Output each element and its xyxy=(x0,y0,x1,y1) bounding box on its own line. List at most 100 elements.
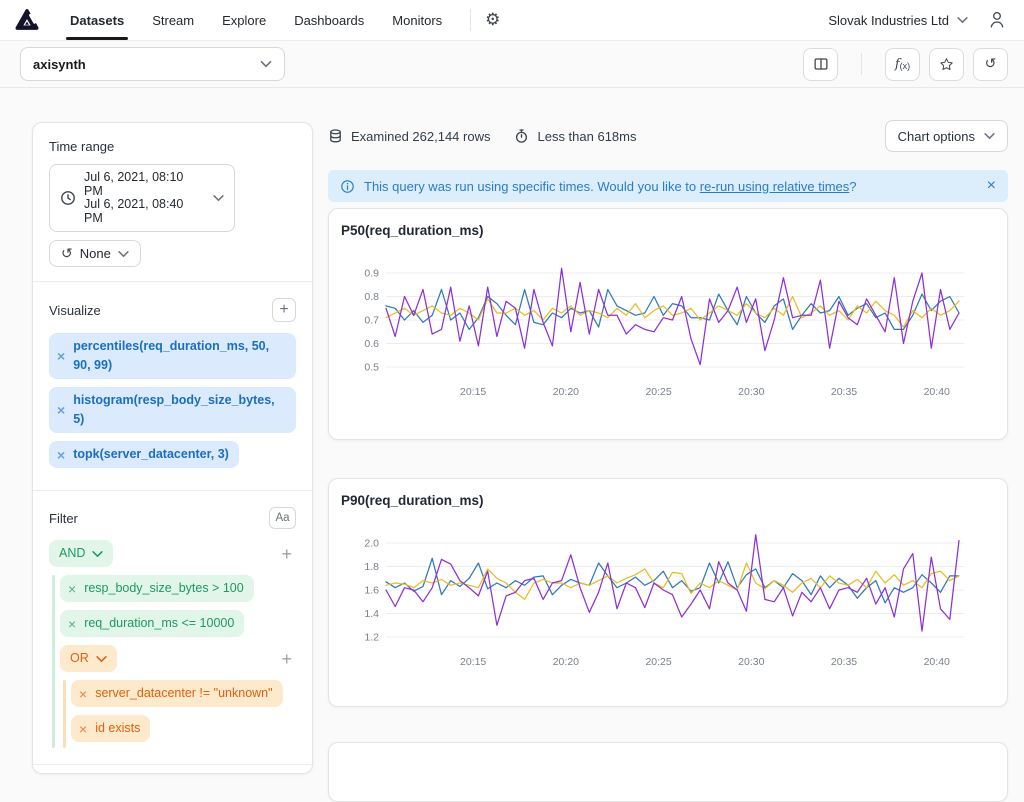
time-range-section: Time range Jul 6, 2021, 08:10 PM Jul 6, … xyxy=(33,123,312,281)
svg-text:0.9: 0.9 xyxy=(364,268,379,280)
svg-text:20:25: 20:25 xyxy=(645,386,671,398)
favorite-button[interactable] xyxy=(929,48,964,81)
dataset-toolbar: axisynth f(x) ↺ xyxy=(0,41,1024,88)
history-icon: ↺ xyxy=(985,57,997,71)
svg-text:0.5: 0.5 xyxy=(364,362,379,374)
user-avatar-button[interactable] xyxy=(986,9,1008,31)
chevron-down-icon xyxy=(260,60,272,68)
add-filter-icon[interactable]: + xyxy=(277,545,296,563)
info-icon xyxy=(340,179,355,194)
remove-visualization-icon[interactable]: × xyxy=(57,403,65,417)
svg-text:2.0: 2.0 xyxy=(364,538,379,550)
chart-options-button[interactable]: Chart options xyxy=(885,120,1008,152)
filter-condition-chip[interactable]: ×id exists xyxy=(71,715,150,742)
axiom-logo[interactable] xyxy=(14,7,40,33)
filter-group-and: ×resp_body_size_bytes > 100 ×req_duration… xyxy=(49,575,296,750)
remove-filter-icon[interactable]: × xyxy=(68,617,76,631)
filter-condition-chip[interactable]: ×req_duration_ms <= 10000 xyxy=(60,610,244,637)
clock-icon xyxy=(60,190,76,206)
or-conditions: ×server_datacenter != "unknown" ×id exist… xyxy=(60,680,296,750)
remove-visualization-icon[interactable]: × xyxy=(57,448,65,462)
settings-gear-icon[interactable]: ⚙ xyxy=(485,12,500,29)
svg-text:20:15: 20:15 xyxy=(460,386,486,398)
svg-text:20:25: 20:25 xyxy=(645,656,671,668)
visualize-chip[interactable]: ×percentiles(req_duration_ms, 50, 90, 99… xyxy=(49,333,296,379)
visualize-chip[interactable]: ×topk(server_datacenter, 3) xyxy=(49,441,239,468)
nav-item-monitors[interactable]: Monitors xyxy=(378,0,456,40)
time-range-label: Time range xyxy=(49,139,114,154)
chevron-down-icon xyxy=(984,132,995,140)
chevron-down-icon xyxy=(92,550,103,558)
and-conditions: ×resp_body_size_bytes > 100 ×req_duration… xyxy=(60,575,296,645)
visualize-chip[interactable]: ×histogram(resp_body_size_bytes, 5) xyxy=(49,387,296,433)
database-icon xyxy=(328,128,343,144)
filter-group-operator[interactable]: AND xyxy=(49,540,113,567)
rerun-relative-times-link[interactable]: re-run using relative times xyxy=(700,179,850,194)
time-range-selector[interactable]: Jul 6, 2021, 08:10 PM Jul 6, 2021, 08:40… xyxy=(49,164,235,232)
filter-subgroup-operator[interactable]: OR xyxy=(60,645,117,672)
query-stats-row: Examined 262,144 rows Less than 618ms Ch… xyxy=(328,120,1008,152)
functions-button[interactable]: f(x) xyxy=(885,48,920,81)
chevron-down-icon xyxy=(213,194,224,202)
query-builder-panel: Time range Jul 6, 2021, 08:10 PM Jul 6, … xyxy=(32,122,313,774)
history-icon: ↺ xyxy=(61,247,73,261)
chevron-down-icon xyxy=(118,250,129,258)
chevron-down-icon xyxy=(96,655,107,663)
chart-title: P90(req_duration_ms) xyxy=(329,479,1007,508)
toolbar-divider xyxy=(861,53,862,75)
chart-card-partial xyxy=(328,742,1008,802)
svg-text:20:15: 20:15 xyxy=(460,656,486,668)
primary-nav: DatasetsStreamExploreDashboardsMonitors xyxy=(56,0,456,40)
chart-title: P50(req_duration_ms) xyxy=(329,209,1007,238)
nav-divider xyxy=(470,9,471,31)
svg-text:20:40: 20:40 xyxy=(924,656,950,668)
dataset-select[interactable]: axisynth xyxy=(20,47,285,81)
banner-close-icon[interactable]: × xyxy=(987,178,996,194)
filter-condition-chip[interactable]: ×server_datacenter != "unknown" xyxy=(71,680,283,707)
visualization-chips: ×percentiles(req_duration_ms, 50, 90, 99… xyxy=(49,333,296,468)
add-subfilter-icon[interactable]: + xyxy=(277,650,296,668)
line-chart[interactable]: 0.90.80.70.60.520:1520:2020:2520:3020:35… xyxy=(329,240,1007,402)
compare-against-selector[interactable]: ↺ None xyxy=(49,240,141,267)
chevron-down-icon xyxy=(957,16,968,24)
svg-text:1.8: 1.8 xyxy=(364,561,379,573)
query-history-button[interactable]: ↺ xyxy=(973,48,1008,81)
svg-text:1.2: 1.2 xyxy=(364,632,379,644)
rows-examined-stat: Examined 262,144 rows xyxy=(328,128,490,144)
time-range-from: Jul 6, 2021, 08:10 PM xyxy=(84,171,205,198)
line-chart[interactable]: 2.01.81.61.41.220:1520:2020:2520:3020:35… xyxy=(329,510,1007,672)
remove-filter-icon[interactable]: × xyxy=(79,722,87,736)
nav-item-stream[interactable]: Stream xyxy=(138,0,208,40)
svg-text:20:20: 20:20 xyxy=(553,656,579,668)
add-visualization-button[interactable]: + xyxy=(272,298,296,322)
filter-condition-chip[interactable]: ×resp_body_size_bytes > 100 xyxy=(60,575,254,602)
svg-text:0.8: 0.8 xyxy=(364,291,379,303)
star-icon xyxy=(938,56,955,73)
nav-item-explore[interactable]: Explore xyxy=(208,0,280,40)
stopwatch-icon xyxy=(514,128,529,144)
svg-text:20:30: 20:30 xyxy=(738,386,764,398)
svg-text:20:40: 20:40 xyxy=(924,386,950,398)
docs-book-button[interactable] xyxy=(803,48,838,81)
nav-item-datasets[interactable]: Datasets xyxy=(56,0,138,40)
org-selector[interactable]: Slovak Industries Ltd xyxy=(828,13,968,28)
chart-card: P50(req_duration_ms) 0.90.80.70.60.520:1… xyxy=(328,208,1008,440)
svg-text:20:35: 20:35 xyxy=(831,386,857,398)
svg-text:0.6: 0.6 xyxy=(364,338,379,350)
top-nav: DatasetsStreamExploreDashboardsMonitors … xyxy=(0,0,1024,41)
remove-filter-icon[interactable]: × xyxy=(68,582,76,596)
docs-book-icon xyxy=(812,55,830,73)
nav-item-dashboards[interactable]: Dashboards xyxy=(280,0,378,40)
remove-visualization-icon[interactable]: × xyxy=(57,349,65,363)
visualize-section: Visualize + ×percentiles(req_duration_ms… xyxy=(33,281,312,490)
results-area: Examined 262,144 rows Less than 618ms Ch… xyxy=(328,120,1008,802)
svg-text:20:35: 20:35 xyxy=(831,656,857,668)
remove-filter-icon[interactable]: × xyxy=(79,687,87,701)
banner-text: This query was run using specific times.… xyxy=(364,179,857,194)
compare-value: None xyxy=(80,246,111,261)
svg-text:20:30: 20:30 xyxy=(738,656,764,668)
filter-label: Filter xyxy=(49,511,78,526)
svg-text:1.4: 1.4 xyxy=(364,608,379,620)
case-sensitivity-button[interactable]: Aa xyxy=(269,507,296,529)
relative-time-banner: This query was run using specific times.… xyxy=(328,170,1008,202)
